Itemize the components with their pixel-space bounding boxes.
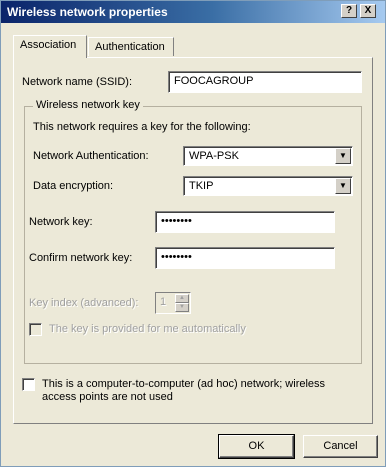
- adhoc-label-line2: access points are not used: [42, 391, 173, 403]
- chevron-down-icon[interactable]: ▼: [335, 148, 351, 164]
- spin-down-icon[interactable]: ▼: [175, 303, 189, 312]
- title-bar[interactable]: Wireless network properties ? X: [1, 1, 385, 23]
- wireless-key-group: Wireless network key This network requir…: [24, 99, 362, 364]
- auto-key-label: The key is provided for me automatically: [49, 323, 246, 335]
- tab-authentication[interactable]: Authentication: [88, 37, 174, 56]
- ok-button[interactable]: OK: [218, 434, 295, 459]
- association-panel: Network name (SSID): FOOCAGROUP Wireless…: [13, 57, 373, 424]
- help-button[interactable]: ?: [341, 4, 357, 18]
- auth-label: Network Authentication:: [33, 150, 149, 162]
- key-index-label: Key index (advanced):: [29, 297, 139, 309]
- key-description: This network requires a key for the foll…: [33, 121, 251, 133]
- key-index-value: 1: [160, 296, 167, 308]
- network-key-field[interactable]: ••••••••: [155, 211, 335, 233]
- group-title: Wireless network key: [33, 99, 143, 111]
- adhoc-checkbox[interactable]: [22, 378, 35, 391]
- close-button[interactable]: X: [360, 4, 376, 18]
- auth-select[interactable]: WPA-PSK ▼: [183, 146, 353, 166]
- network-key-label: Network key:: [29, 216, 93, 228]
- encryption-select[interactable]: TKIP ▼: [183, 176, 353, 196]
- encryption-label: Data encryption:: [33, 180, 114, 192]
- adhoc-label-line1: This is a computer-to-computer (ad hoc) …: [42, 378, 326, 390]
- key-index-spinner[interactable]: 1 ▲ ▼: [155, 292, 191, 314]
- confirm-key-field[interactable]: ••••••••: [155, 247, 335, 269]
- cancel-button[interactable]: Cancel: [303, 435, 378, 458]
- confirm-key-label: Confirm network key:: [29, 252, 133, 264]
- auto-key-checkbox[interactable]: [29, 323, 42, 336]
- auth-value: WPA-PSK: [189, 150, 239, 162]
- ssid-field[interactable]: FOOCAGROUP: [168, 71, 362, 93]
- encryption-value: TKIP: [189, 180, 214, 192]
- tab-association[interactable]: Association: [13, 35, 87, 58]
- window-title: Wireless network properties: [7, 5, 168, 19]
- ssid-label: Network name (SSID):: [22, 76, 133, 88]
- dialog-window: Wireless network properties ? X Associat…: [0, 0, 386, 467]
- chevron-down-icon[interactable]: ▼: [335, 178, 351, 194]
- spin-up-icon[interactable]: ▲: [175, 294, 189, 303]
